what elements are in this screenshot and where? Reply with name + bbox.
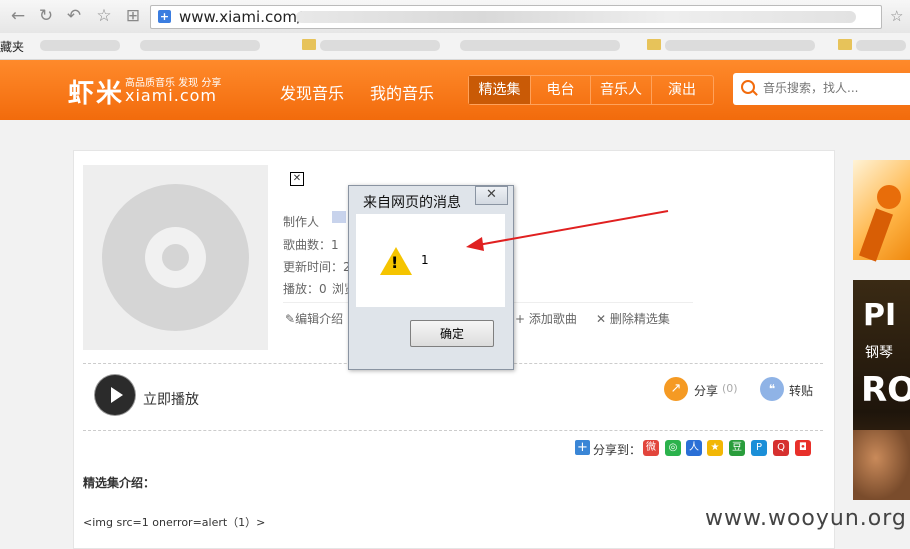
add-song-label: 添加歌曲 bbox=[528, 312, 577, 326]
address-url[interactable]: www.xiami.com/ bbox=[179, 8, 302, 26]
undo-icon[interactable]: ↶ bbox=[64, 6, 84, 26]
ad-banner-top[interactable] bbox=[853, 160, 910, 262]
edit-intro-label: 编辑介绍 bbox=[295, 312, 344, 326]
bookmarks-bar: 藏夹 bbox=[0, 33, 910, 60]
share-button[interactable]: 分享 bbox=[694, 382, 718, 399]
dialog-title: 来自网页的消息 bbox=[363, 195, 461, 211]
logo-chinese[interactable]: 虾米 bbox=[68, 73, 124, 110]
delete-collection-label: 删除精选集 bbox=[609, 312, 670, 326]
search-input[interactable] bbox=[761, 80, 910, 96]
renren-icon[interactable]: 人 bbox=[686, 440, 702, 456]
ad-line-2: 钢琴 bbox=[865, 345, 893, 361]
dialog-message: 1 bbox=[421, 253, 429, 267]
bookmark-redacted[interactable] bbox=[665, 40, 815, 51]
netease-icon[interactable]: ◘ bbox=[795, 440, 811, 456]
folder-icon[interactable] bbox=[302, 39, 316, 50]
collection-cover bbox=[83, 165, 268, 350]
tab-collections[interactable]: 精选集 bbox=[469, 76, 531, 104]
delete-collection-button[interactable]: ✕ 删除精选集 bbox=[596, 310, 670, 327]
address-redacted bbox=[296, 11, 856, 23]
close-icon[interactable]: ✕ bbox=[475, 186, 508, 205]
folder-icon[interactable] bbox=[838, 39, 852, 50]
play-icon[interactable] bbox=[95, 375, 135, 415]
tencent-weibo-icon[interactable]: P bbox=[751, 440, 767, 456]
ad-banner-piano[interactable]: PI 钢琴 RO bbox=[853, 280, 910, 500]
address-bar[interactable]: + www.xiami.com/ bbox=[150, 5, 882, 29]
add-song-button[interactable]: + 添加歌曲 bbox=[515, 310, 577, 327]
share-to-label: 分享到： bbox=[593, 443, 642, 457]
pencil-icon: ✎ bbox=[285, 312, 296, 326]
meta-updated: 更新时间：2 bbox=[283, 260, 351, 274]
channel-tabs: 精选集 电台 音乐人 演出 bbox=[468, 75, 714, 105]
edit-intro-button[interactable]: ✎编辑介绍 bbox=[285, 310, 343, 327]
search-box[interactable] bbox=[733, 73, 910, 105]
share-plus-icon[interactable]: + bbox=[575, 440, 590, 455]
security-shield-icon: + bbox=[158, 10, 171, 23]
intro-title: 精选集介绍： bbox=[83, 476, 156, 490]
plus-icon: + bbox=[515, 312, 529, 326]
ad-line-3: RO bbox=[861, 370, 910, 410]
wechat-icon[interactable]: ◎ bbox=[665, 440, 681, 456]
star-icon[interactable]: ☆ bbox=[94, 6, 114, 26]
nav-my-music[interactable]: 我的音乐 bbox=[370, 80, 434, 104]
close-icon: ✕ bbox=[596, 312, 610, 326]
bookmark-star-icon[interactable]: ☆ bbox=[890, 6, 910, 26]
weibo-icon[interactable]: 微 bbox=[643, 440, 659, 456]
folder-icon[interactable] bbox=[647, 39, 661, 50]
meta-song-count: 歌曲数：1 bbox=[283, 238, 339, 252]
share-icon[interactable]: ↗ bbox=[664, 377, 688, 401]
intro-text: <img src=1 onerror=alert（1）> bbox=[83, 516, 266, 529]
nav-discover-music[interactable]: 发现音乐 bbox=[280, 80, 344, 104]
douban-icon[interactable]: 豆 bbox=[729, 440, 745, 456]
disc-placeholder-icon bbox=[102, 184, 249, 331]
bookmark-redacted[interactable] bbox=[460, 40, 620, 51]
watermark: www.wooyun.org bbox=[705, 506, 907, 531]
tab-artists[interactable]: 音乐人 bbox=[591, 76, 652, 104]
play-now-label[interactable]: 立即播放 bbox=[143, 389, 199, 409]
ad-line-1: PI bbox=[863, 298, 897, 333]
creator-link[interactable] bbox=[332, 211, 346, 223]
search-icon[interactable] bbox=[741, 80, 755, 94]
tab-shows[interactable]: 演出 bbox=[652, 76, 712, 104]
quote-icon[interactable]: ❝ bbox=[760, 377, 784, 401]
annotation-arrow-icon bbox=[466, 210, 669, 251]
repost-button[interactable]: 转贴 bbox=[789, 382, 813, 399]
meta-plays: 播放：0 bbox=[283, 282, 327, 296]
bookmark-redacted[interactable] bbox=[140, 40, 260, 51]
meta-creator: 制作人 bbox=[283, 215, 320, 229]
qzone-icon[interactable]: ★ bbox=[707, 440, 723, 456]
bookmark-redacted[interactable] bbox=[320, 40, 440, 51]
bookmark-redacted[interactable] bbox=[40, 40, 120, 51]
broken-image-icon: ✕ bbox=[290, 172, 304, 186]
kaixin-icon[interactable]: Q bbox=[773, 440, 789, 456]
ok-button[interactable]: 确定 bbox=[410, 320, 494, 347]
apps-grid-icon[interactable]: ⊞ bbox=[123, 6, 143, 26]
back-icon[interactable]: ← bbox=[8, 6, 28, 26]
logo-english[interactable]: xiami.com bbox=[125, 86, 217, 105]
share-count: (0) bbox=[722, 382, 738, 395]
tab-radio[interactable]: 电台 bbox=[531, 76, 591, 104]
bookmarks-label[interactable]: 藏夹 bbox=[0, 38, 24, 55]
warning-mark: ! bbox=[391, 253, 399, 272]
reload-icon[interactable]: ↻ bbox=[36, 6, 56, 26]
bookmark-redacted[interactable] bbox=[856, 40, 906, 51]
divider bbox=[83, 430, 823, 431]
